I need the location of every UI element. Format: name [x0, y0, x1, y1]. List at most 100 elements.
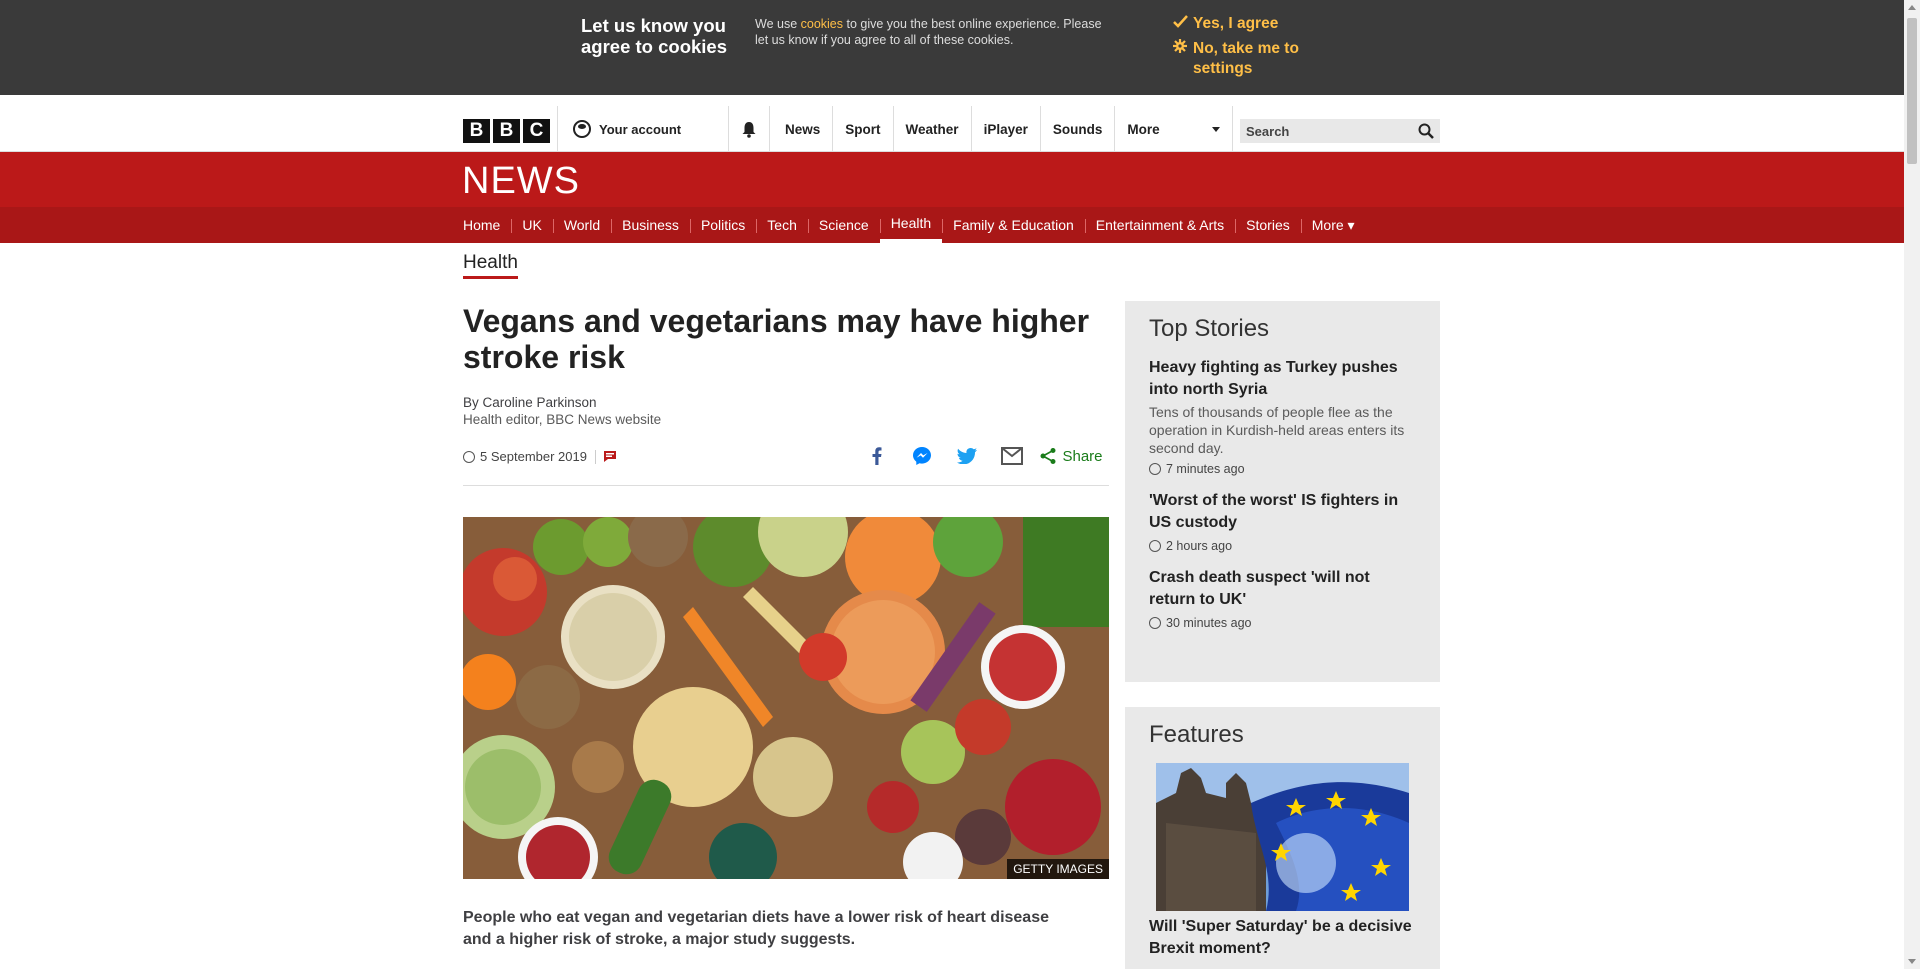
- account-link[interactable]: Your account: [557, 106, 724, 152]
- section-label[interactable]: Health: [463, 252, 518, 279]
- nav-sounds[interactable]: Sounds: [1041, 106, 1116, 152]
- nav-sport[interactable]: Sport: [833, 106, 894, 152]
- top-story-time: 2 hours ago: [1149, 539, 1416, 553]
- byline: By Caroline Parkinson Health editor, BBC…: [463, 394, 1109, 428]
- twitter-share-button[interactable]: [944, 448, 989, 464]
- news-nav-tech[interactable]: Tech: [756, 207, 808, 243]
- article-hero-image: GETTY IMAGES: [463, 517, 1109, 879]
- nav-iplayer[interactable]: iPlayer: [972, 106, 1041, 152]
- share-bar: Share: [854, 446, 1109, 466]
- top-story-item[interactable]: Crash death suspect 'will not return to …: [1149, 567, 1416, 630]
- news-nav-entertainment-arts[interactable]: Entertainment & Arts: [1084, 207, 1235, 243]
- cookie-title: Let us know you agree to cookies: [581, 15, 728, 57]
- top-story-ago: 7 minutes ago: [1166, 462, 1245, 476]
- bell-icon: [742, 121, 756, 138]
- nav-weather[interactable]: Weather: [894, 106, 972, 152]
- clock-icon: [1149, 617, 1161, 629]
- cookie-settings-button[interactable]: No, take me to settings: [1173, 39, 1313, 79]
- bbc-logo-letter: C: [523, 119, 550, 143]
- news-nav: Home UK World Business Politics Tech Sci…: [0, 207, 1904, 243]
- article-date-row: 5 September 2019: [463, 446, 616, 464]
- agree-cookies-button[interactable]: Yes, I agree: [1173, 14, 1313, 34]
- share-icon: [1040, 448, 1056, 464]
- twitter-icon: [956, 448, 977, 464]
- notifications-button[interactable]: [728, 106, 770, 152]
- bbc-logo-letter: B: [463, 119, 490, 143]
- scrollbar-thumb[interactable]: [1907, 18, 1917, 164]
- features-heading: Features: [1149, 721, 1244, 748]
- news-nav-stories[interactable]: Stories: [1235, 207, 1301, 243]
- messenger-share-button[interactable]: [899, 446, 944, 466]
- cookie-options: Yes, I agree No, take me to settings: [1173, 14, 1313, 84]
- article-lede: People who eat vegan and vegetarian diet…: [463, 909, 1049, 948]
- bbc-masthead: B B C Your account News Sport Weather iP…: [0, 95, 1904, 152]
- top-story-title[interactable]: Heavy fighting as Turkey pushes into nor…: [1149, 357, 1416, 401]
- search-input[interactable]: Search: [1240, 119, 1440, 143]
- top-story-item[interactable]: 'Worst of the worst' IS fighters in US c…: [1149, 490, 1416, 553]
- comment-flag-icon[interactable]: [603, 451, 616, 462]
- top-story-item[interactable]: Heavy fighting as Turkey pushes into nor…: [1149, 357, 1416, 476]
- cookies-link[interactable]: cookies: [801, 17, 843, 31]
- news-nav-family-education[interactable]: Family & Education: [942, 207, 1085, 243]
- cookie-text: We use cookies to give you the best onli…: [755, 16, 1105, 48]
- article-meta: 5 September 2019 Share: [463, 446, 1109, 486]
- article: Vegans and vegetarians may have higher s…: [463, 303, 1109, 951]
- top-story-time: 7 minutes ago: [1149, 462, 1416, 476]
- top-story-ago: 30 minutes ago: [1166, 616, 1252, 630]
- messenger-icon: [912, 447, 931, 465]
- article-headline: Vegans and vegetarians may have higher s…: [463, 303, 1090, 375]
- nav-news[interactable]: News: [773, 106, 834, 152]
- features-panel: Features Will 'Super Saturday' be a deci…: [1125, 707, 1440, 969]
- author: By Caroline Parkinson: [463, 395, 597, 410]
- top-story-summary: Tens of thousands of people flee as the …: [1149, 404, 1405, 456]
- article-date: 5 September 2019: [480, 449, 587, 464]
- agree-cookies-label: Yes, I agree: [1193, 15, 1279, 32]
- share-button[interactable]: Share: [1034, 448, 1109, 465]
- news-nav-politics[interactable]: Politics: [689, 207, 756, 243]
- news-nav-science[interactable]: Science: [807, 207, 880, 243]
- top-story-time: 30 minutes ago: [1149, 616, 1416, 630]
- parliament-eu-flag-image: [1156, 763, 1409, 911]
- gear-icon: [1173, 39, 1193, 59]
- account-label: Your account: [599, 121, 682, 137]
- cookie-banner: Let us know you agree to cookies We use …: [0, 0, 1904, 95]
- page-scrollbar[interactable]: [1904, 0, 1920, 969]
- news-logo[interactable]: NEWS: [462, 160, 580, 203]
- scroll-up-arrow-icon[interactable]: [1908, 5, 1916, 10]
- top-stories-heading: Top Stories: [1149, 315, 1270, 342]
- facebook-icon: [872, 447, 881, 465]
- clock-icon: [463, 450, 475, 463]
- email-share-button[interactable]: [989, 447, 1034, 465]
- news-nav-business[interactable]: Business: [611, 207, 690, 243]
- news-nav-uk[interactable]: UK: [511, 207, 552, 243]
- vegetables-image: [463, 517, 1109, 879]
- top-story-title[interactable]: Crash death suspect 'will not return to …: [1149, 567, 1416, 611]
- facebook-share-button[interactable]: [854, 447, 899, 465]
- check-icon: [1173, 14, 1193, 34]
- image-credit: GETTY IMAGES: [1007, 859, 1109, 879]
- news-nav-health[interactable]: Health: [879, 207, 943, 243]
- bbc-top-nav: News Sport Weather iPlayer Sounds More: [773, 106, 1234, 152]
- news-nav-world[interactable]: World: [552, 207, 611, 243]
- top-story-title[interactable]: 'Worst of the worst' IS fighters in US c…: [1149, 490, 1416, 534]
- feature-image[interactable]: [1156, 763, 1409, 911]
- cookie-settings-label: No, take me to settings: [1193, 40, 1299, 77]
- top-story-ago: 2 hours ago: [1166, 539, 1233, 553]
- news-nav-home[interactable]: Home: [463, 207, 511, 243]
- user-icon: [573, 120, 591, 138]
- author-role: Health editor, BBC News website: [463, 412, 662, 427]
- bbc-logo-letter: B: [493, 119, 520, 143]
- email-icon: [1000, 447, 1023, 465]
- nav-more[interactable]: More: [1115, 106, 1234, 152]
- top-stories-panel: Top Stories Heavy fighting as Turkey pus…: [1125, 301, 1440, 682]
- search-icon[interactable]: [1418, 123, 1434, 139]
- cookie-text-before: We use: [755, 17, 801, 31]
- news-nav-more[interactable]: More ▾: [1300, 207, 1366, 243]
- bbc-logo[interactable]: B B C: [463, 119, 550, 143]
- search-placeholder: Search: [1246, 123, 1290, 139]
- share-label: Share: [1062, 447, 1103, 465]
- scroll-down-arrow-icon[interactable]: [1908, 959, 1916, 964]
- feature-title[interactable]: Will 'Super Saturday' be a decisive Brex…: [1149, 916, 1416, 960]
- clock-icon: [1149, 463, 1161, 475]
- nav-more-label: More: [1127, 121, 1160, 137]
